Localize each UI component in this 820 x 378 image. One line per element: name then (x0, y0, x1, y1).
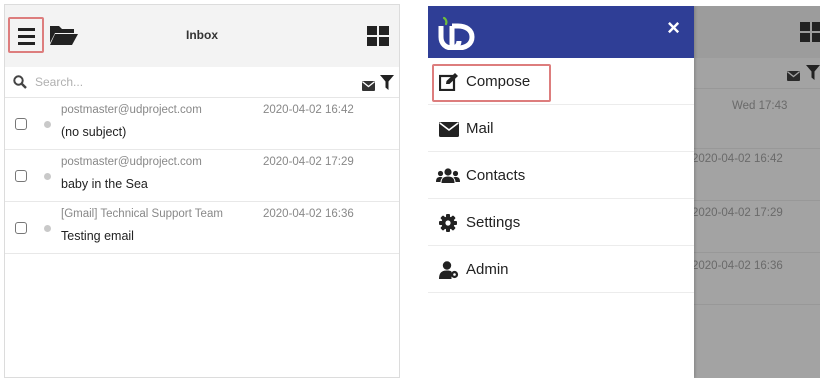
menu-open-screen: Wed 17:43 2020-04-02 16:42 2020-04-02 17… (428, 6, 820, 378)
nav-item-compose[interactable]: Compose (428, 59, 694, 105)
user-admin-icon (439, 261, 459, 284)
message-date: 2020-04-02 16:42 (692, 153, 783, 165)
users-icon (436, 167, 460, 189)
message-checkbox[interactable] (15, 222, 27, 234)
nav-item-settings[interactable]: Settings (428, 200, 694, 246)
message-subject: Testing email (61, 229, 134, 243)
divider (692, 252, 820, 253)
envelope-icon (439, 120, 459, 142)
divider (692, 148, 820, 149)
message-sender: [Gmail] Technical Support Team (61, 208, 223, 220)
top-toolbar: Inbox (5, 5, 399, 67)
message-checkbox[interactable] (15, 118, 27, 130)
nav-item-label: Mail (466, 120, 494, 137)
nav-item-label: Contacts (466, 167, 526, 184)
message-row[interactable]: [Gmail] Technical Support Team 2020-04-0… (5, 202, 399, 254)
unread-filter-icon[interactable] (362, 78, 375, 96)
message-date: Wed 17:43 (732, 100, 788, 112)
message-date: 2020-04-02 16:36 (692, 260, 783, 272)
compose-icon (438, 73, 459, 96)
nav-item-label: Compose (466, 73, 531, 90)
message-date: 2020-04-02 16:42 (263, 104, 354, 116)
message-date: 2020-04-02 17:29 (263, 156, 354, 168)
divider (692, 88, 820, 89)
app-logo (438, 16, 476, 55)
nav-item-admin[interactable]: Admin (428, 247, 694, 293)
nav-item-mail[interactable]: Mail (428, 106, 694, 152)
unread-dot (44, 121, 51, 128)
nav-item-label: Settings (466, 214, 521, 231)
search-icon (13, 75, 27, 94)
grid-view-icon[interactable] (367, 26, 389, 46)
message-date: 2020-04-02 16:36 (263, 208, 354, 220)
message-sender: postmaster@udproject.com (61, 156, 202, 168)
nav-item-contacts[interactable]: Contacts (428, 153, 694, 199)
close-drawer-button[interactable]: × (667, 17, 680, 39)
message-row[interactable]: postmaster@udproject.com 2020-04-02 16:4… (5, 98, 399, 150)
divider (692, 304, 820, 305)
divider (692, 200, 820, 201)
hamburger-bar (18, 42, 35, 45)
message-sender: postmaster@udproject.com (61, 104, 202, 116)
search-bar (5, 67, 399, 98)
search-input[interactable] (35, 73, 235, 91)
filter-icon (806, 65, 820, 85)
inbox-screen: Inbox postmaster@udproject (4, 4, 400, 378)
page-title: Inbox (186, 28, 218, 42)
message-subject: baby in the Sea (61, 177, 148, 191)
message-date: 2020-04-02 17:29 (692, 207, 783, 219)
message-row[interactable]: postmaster@udproject.com 2020-04-02 17:2… (5, 150, 399, 202)
unread-filter-icon (787, 68, 800, 86)
unread-dot (44, 225, 51, 232)
drawer-header: × (428, 6, 694, 58)
message-subject: (no subject) (61, 125, 127, 139)
filter-icon[interactable] (380, 75, 394, 95)
gear-icon (439, 214, 457, 237)
grid-view-icon (800, 22, 820, 42)
message-checkbox[interactable] (15, 170, 27, 182)
unread-dot (44, 173, 51, 180)
side-drawer: × Compose Mail Contacts Settings Admin (428, 6, 694, 378)
nav-item-label: Admin (466, 261, 509, 278)
